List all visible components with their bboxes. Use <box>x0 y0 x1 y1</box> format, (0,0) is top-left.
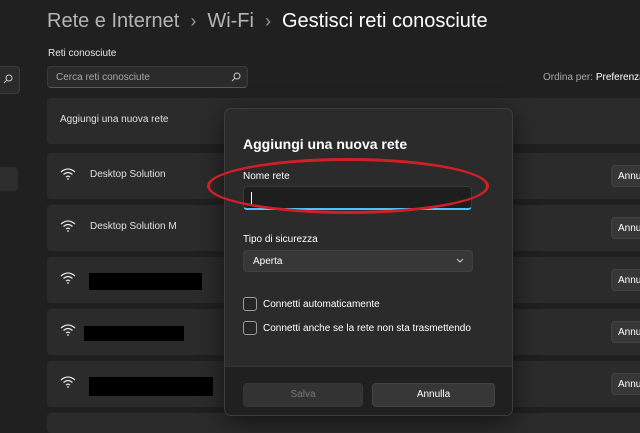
redacted-network-name <box>89 273 202 290</box>
forget-button[interactable]: Annulla <box>611 165 640 187</box>
network-name-input[interactable] <box>243 186 472 210</box>
sidebar-item[interactable] <box>0 167 18 191</box>
breadcrumb: Rete e Internet › Wi-Fi › Gestisci reti … <box>47 6 488 36</box>
dialog-footer: Salva Annulla <box>225 366 512 415</box>
breadcrumb-separator: › <box>264 10 271 31</box>
security-type-value: Aperta <box>253 256 283 267</box>
wifi-icon <box>60 220 76 232</box>
sort-control[interactable]: Ordina per: Preferenza <box>543 72 640 83</box>
forget-button[interactable]: Annulla <box>611 321 640 343</box>
security-type-label: Tipo di sicurezza <box>243 234 318 245</box>
wifi-icon <box>60 324 76 336</box>
search-input[interactable]: Cerca reti conosciute <box>47 66 248 88</box>
network-name: Desktop Solution <box>90 169 166 180</box>
chevron-down-icon <box>456 258 464 263</box>
network-name-label: Nome rete <box>243 171 290 182</box>
search-icon <box>3 74 13 84</box>
redacted-network-name <box>89 377 213 396</box>
save-button[interactable]: Salva <box>243 383 363 407</box>
sort-value[interactable]: Preferenza <box>596 72 640 83</box>
auto-connect-checkbox[interactable] <box>243 297 257 311</box>
auto-connect-label[interactable]: Connetti automaticamente <box>263 299 380 310</box>
forget-button[interactable]: Annulla <box>611 269 640 291</box>
network-row[interactable] <box>47 413 640 433</box>
network-name: Desktop Solution M <box>90 221 177 232</box>
forget-button[interactable]: Annulla <box>611 373 640 395</box>
dialog-title: Aggiungi una nuova rete <box>243 136 408 152</box>
redacted-network-name <box>84 326 184 341</box>
hidden-network-checkbox[interactable] <box>243 321 257 335</box>
forget-button[interactable]: Annulla <box>611 217 640 239</box>
text-caret <box>251 192 252 204</box>
sort-label: Ordina per: <box>543 72 594 83</box>
search-icon <box>231 72 241 82</box>
breadcrumb-item-rete-internet[interactable]: Rete e Internet <box>47 10 179 33</box>
breadcrumb-item-wifi[interactable]: Wi-Fi <box>207 10 254 33</box>
sidebar-search-input[interactable] <box>0 66 20 94</box>
breadcrumb-separator: › <box>190 10 197 31</box>
hidden-network-label[interactable]: Connetti anche se la rete non sta trasme… <box>263 323 471 334</box>
page-title: Gestisci reti conosciute <box>281 9 488 32</box>
security-type-dropdown[interactable]: Aperta <box>243 250 473 272</box>
search-placeholder: Cerca reti conosciute <box>56 72 150 83</box>
cancel-button[interactable]: Annulla <box>372 383 495 407</box>
add-network-label: Aggiungi una nuova rete <box>60 114 169 125</box>
wifi-icon <box>60 376 76 388</box>
wifi-icon <box>60 272 76 284</box>
wifi-icon <box>60 168 76 180</box>
section-label: Reti conosciute <box>48 48 117 59</box>
add-network-dialog: Aggiungi una nuova rete Nome rete Tipo d… <box>224 108 513 416</box>
